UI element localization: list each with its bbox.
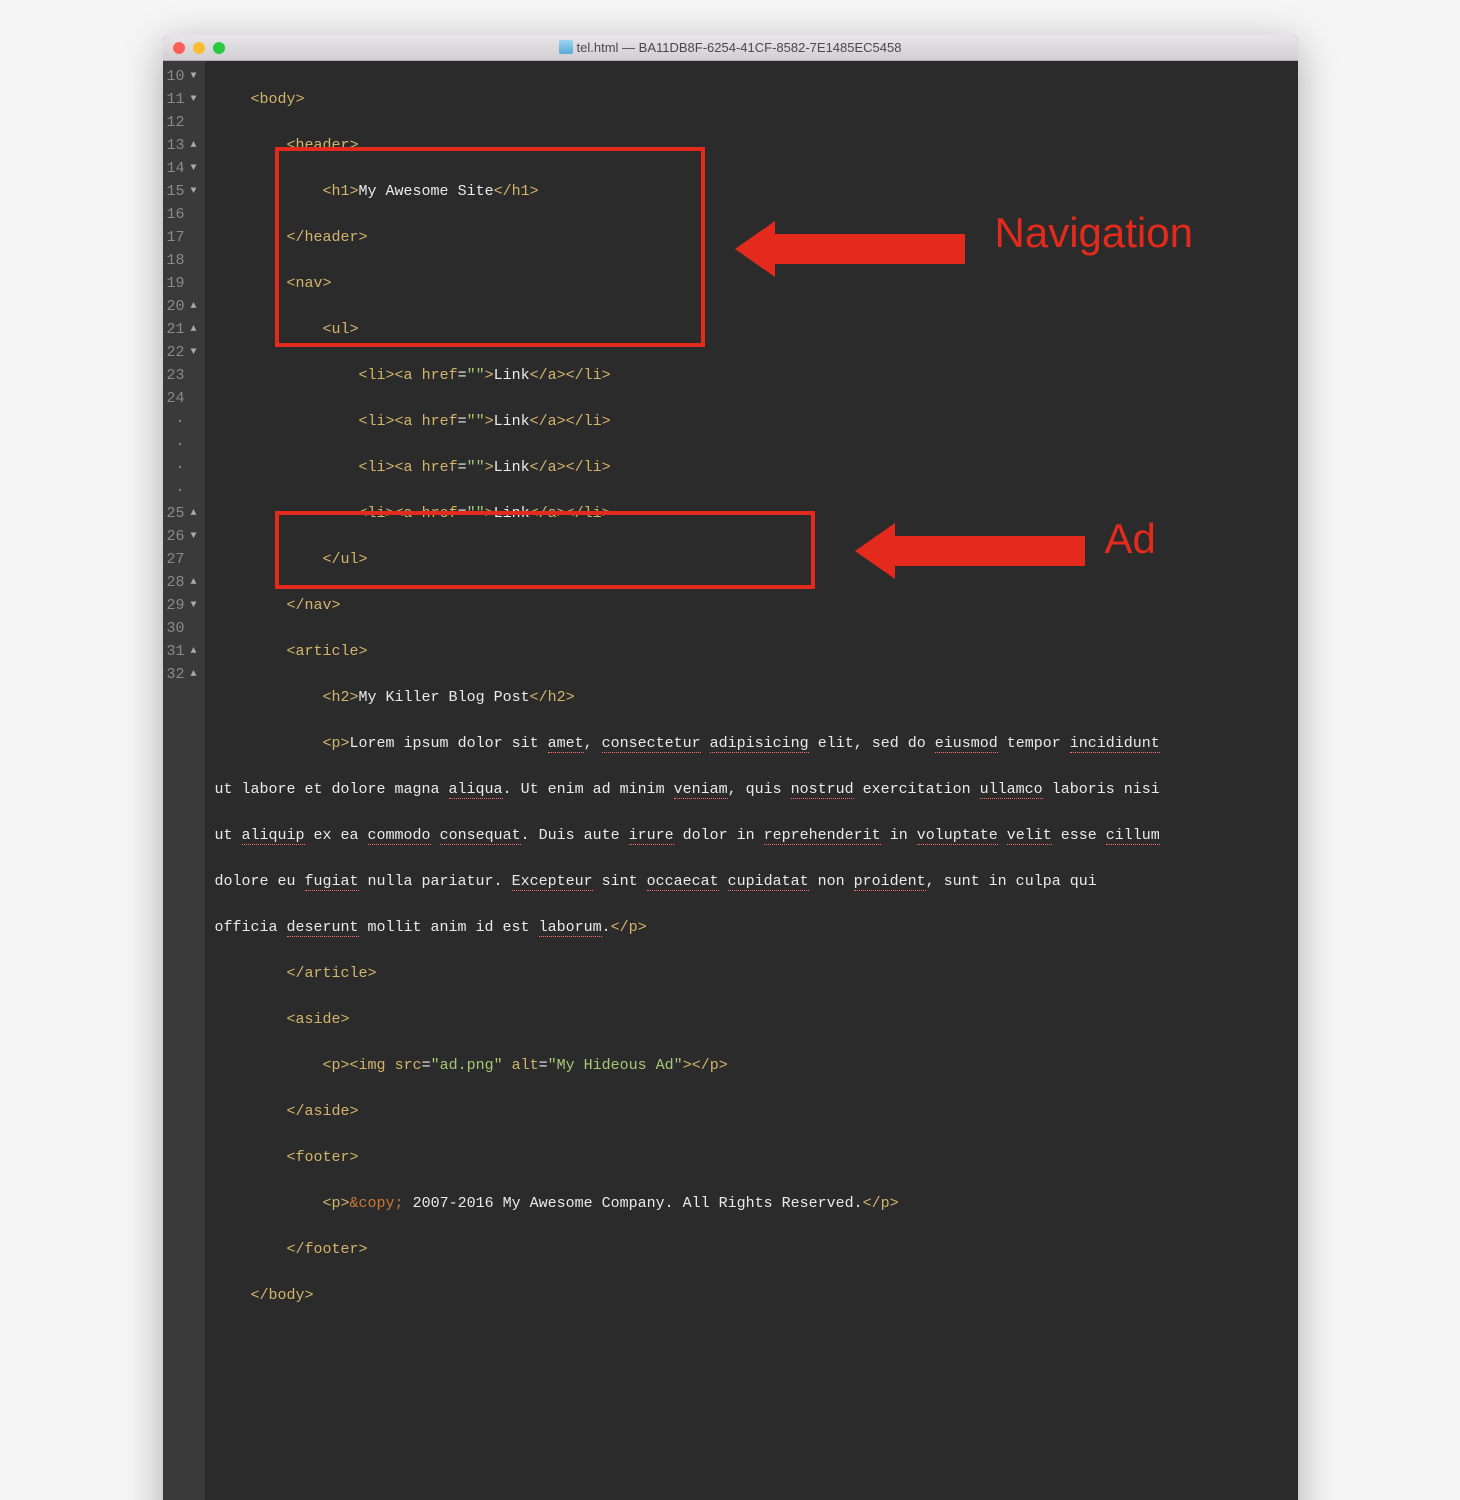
gutter-line[interactable]: · [163, 433, 199, 456]
window-title: tel.html — BA11DB8F-6254-41CF-8582-7E148… [163, 40, 1298, 55]
minimize-icon[interactable] [193, 42, 205, 54]
gutter-line[interactable]: · [163, 410, 199, 433]
gutter-line[interactable]: 18 [163, 249, 199, 272]
gutter-line[interactable]: 17 [163, 226, 199, 249]
code-content[interactable]: <body> <header> <h1>My Awesome Site</h1>… [205, 61, 1298, 1500]
gutter-line[interactable]: · [163, 479, 199, 502]
gutter-line[interactable]: 21▲ [163, 318, 199, 341]
gutter-line[interactable]: 28▲ [163, 571, 199, 594]
gutter-line[interactable]: 24 [163, 387, 199, 410]
gutter-line[interactable]: 23 [163, 364, 199, 387]
gutter-line[interactable]: 26▼ [163, 525, 199, 548]
gutter-line[interactable]: 13▲ [163, 134, 199, 157]
close-icon[interactable] [173, 42, 185, 54]
gutter-line[interactable]: · [163, 456, 199, 479]
gutter-line[interactable]: 32▲ [163, 663, 199, 686]
gutter-line[interactable]: 11▼ [163, 88, 199, 111]
gutter-line[interactable]: 16 [163, 203, 199, 226]
gutter-line[interactable]: 14▼ [163, 157, 199, 180]
gutter-line[interactable]: 22▼ [163, 341, 199, 364]
gutter-line[interactable]: 15▼ [163, 180, 199, 203]
gutter-line[interactable]: 12 [163, 111, 199, 134]
editor-window: tel.html — BA11DB8F-6254-41CF-8582-7E148… [163, 35, 1298, 1500]
editor-area[interactable]: 10▼11▼1213▲14▼15▼1617181920▲21▲22▼2324··… [163, 61, 1298, 1500]
gutter-line[interactable]: 29▼ [163, 594, 199, 617]
file-icon [559, 40, 573, 54]
window-title-text: tel.html — BA11DB8F-6254-41CF-8582-7E148… [577, 40, 902, 55]
gutter-line[interactable]: 30 [163, 617, 199, 640]
gutter-line[interactable]: 25▲ [163, 502, 199, 525]
gutter[interactable]: 10▼11▼1213▲14▼15▼1617181920▲21▲22▼2324··… [163, 61, 205, 1500]
gutter-line[interactable]: 19 [163, 272, 199, 295]
gutter-line[interactable]: 31▲ [163, 640, 199, 663]
gutter-line[interactable]: 10▼ [163, 65, 199, 88]
zoom-icon[interactable] [213, 42, 225, 54]
titlebar: tel.html — BA11DB8F-6254-41CF-8582-7E148… [163, 35, 1298, 61]
annotation-label-ad: Ad [1105, 527, 1156, 550]
gutter-line[interactable]: 27 [163, 548, 199, 571]
gutter-line[interactable]: 20▲ [163, 295, 199, 318]
traffic-lights [173, 42, 225, 54]
